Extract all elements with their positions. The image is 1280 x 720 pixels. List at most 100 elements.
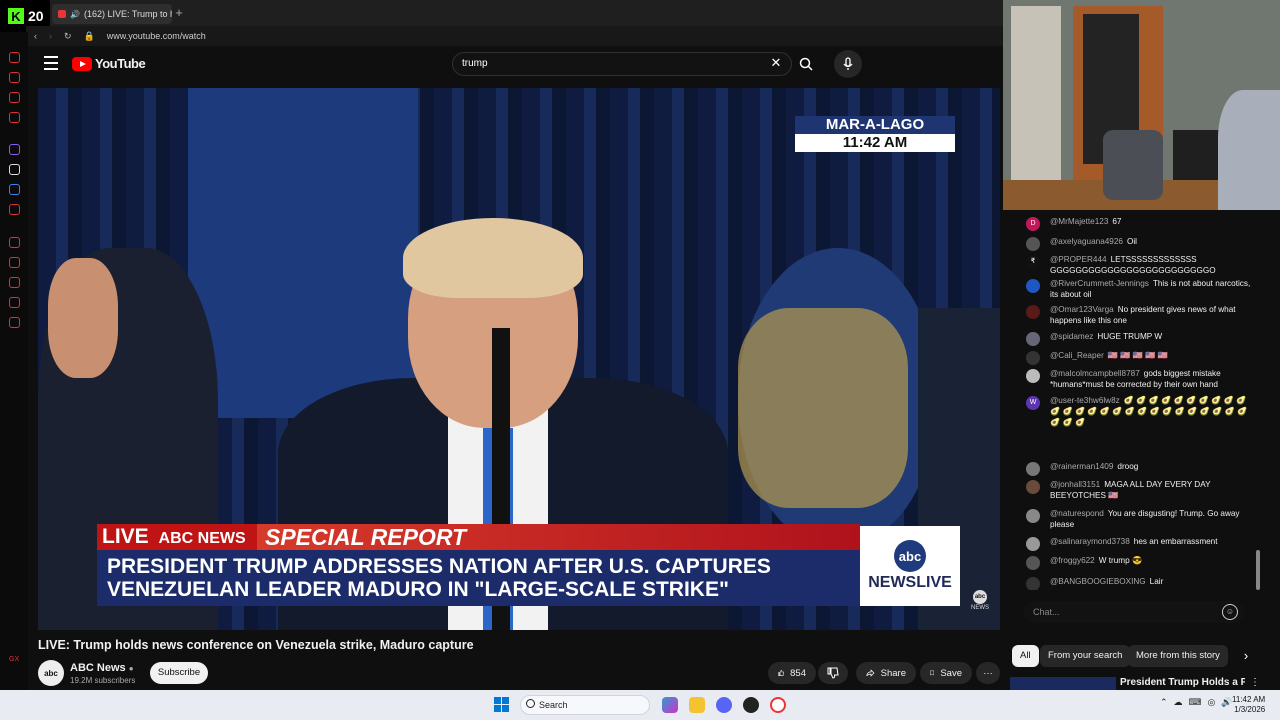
voice-search-button[interactable] — [834, 50, 862, 78]
american-flag — [188, 88, 418, 418]
abc-news-watermark[interactable]: abc NEWS — [968, 590, 992, 616]
chat-message: @rainerman1409 droog — [1024, 461, 1254, 476]
more-vert-icon[interactable]: ⋮ — [1250, 677, 1260, 688]
lower-third-banner: LIVE ABC NEWS SPECIAL REPORT PRESIDENT T… — [97, 522, 860, 606]
copilot-icon[interactable] — [662, 697, 678, 713]
search-icon — [526, 699, 535, 708]
twitch-icon[interactable] — [9, 144, 20, 155]
like-count: 854 — [790, 667, 806, 679]
time-label: 11:42 AM — [842, 134, 908, 151]
share-icon — [866, 669, 875, 677]
chat-message: W @user-te3hw6lw8z 🥑 🥑 🥑 🥑 🥑 🥑 🥑 🥑 🥑 🥑 🥑 🥑… — [1024, 395, 1254, 428]
thumbs-up-icon — [778, 670, 784, 676]
taskbar-search[interactable]: Search — [520, 695, 650, 715]
search-icon — [799, 57, 813, 71]
channel-name[interactable]: ABC News ● — [70, 662, 134, 674]
chat-message: @salinaraymond3738 hes an embarrassment — [1024, 536, 1254, 551]
chat-message: @spidamez HUGE TRUMP W — [1024, 331, 1254, 346]
chip-from-your-search[interactable]: From your search — [1040, 645, 1131, 667]
player-icon[interactable] — [9, 237, 20, 248]
bluesky-icon[interactable] — [9, 184, 20, 195]
chip-all[interactable]: All — [1012, 645, 1039, 667]
opera-gx-icon[interactable] — [770, 697, 786, 713]
dislike-button[interactable] — [818, 662, 848, 684]
chat-message: D @MrMajette123 67 — [1024, 216, 1254, 231]
presidential-seal — [738, 308, 908, 508]
opera-gx-label: GX — [9, 656, 20, 663]
headline-line-1: PRESIDENT TRUMP ADDRESSES NATION AFTER U… — [107, 555, 771, 578]
location-time-bug: MAR-A-LAGO 11:42 AM — [795, 116, 955, 152]
news-icon[interactable] — [9, 277, 20, 288]
chat-message: @froggy622 W trump 😎 — [1024, 555, 1254, 570]
chat-input[interactable]: Chat... — [1024, 601, 1244, 623]
browser-tab[interactable]: 🔊 (162) LIVE: Trump to he — [52, 4, 172, 24]
back-icon[interactable]: ‹ — [34, 31, 37, 41]
forward-icon[interactable]: › — [49, 31, 52, 41]
sidebar-app-icon[interactable] — [9, 92, 20, 103]
kick-logo-icon: K — [8, 8, 24, 24]
sidebar-app-icon[interactable] — [9, 52, 20, 63]
chat-message: @RiverCrummett-Jennings This is not about… — [1024, 278, 1254, 300]
abc-newslive-logo: abc NEWSLIVE — [860, 526, 960, 606]
windows-start-icon[interactable] — [494, 697, 509, 712]
recommended-thumbnail[interactable] — [1010, 677, 1116, 690]
microphone-icon — [843, 57, 853, 70]
save-button[interactable]: Save — [920, 662, 972, 684]
search-button[interactable] — [792, 52, 820, 76]
speaker-hair — [403, 218, 583, 298]
emoji-icon[interactable]: ☺ — [1222, 604, 1238, 620]
bookmark-icon — [930, 670, 935, 676]
hamburger-menu-icon[interactable] — [44, 56, 58, 70]
youtube-icon[interactable] — [9, 204, 20, 215]
live-chat-panel: D @MrMajette123 67 @axelyaguana4926 Oil ₹ @P… — [1010, 210, 1260, 590]
taskbar-clock[interactable]: 11:42 AM 1/3/2026 — [1232, 695, 1265, 715]
video-title: LIVE: Trump holds news conference on Ven… — [38, 638, 474, 652]
reload-icon[interactable]: ↻ — [64, 31, 72, 42]
settings-icon[interactable] — [9, 297, 20, 308]
chat-message: @axelyaguana4926 Oil — [1024, 236, 1254, 251]
file-explorer-icon[interactable] — [689, 697, 705, 713]
like-button[interactable]: 854 — [768, 662, 816, 684]
chat-scrollbar[interactable] — [1256, 210, 1260, 590]
recommended-title[interactable]: President Trump Holds a Press — [1120, 677, 1245, 688]
live-label: LIVE ABC NEWS — [97, 524, 257, 550]
share-button[interactable]: Share — [856, 662, 916, 684]
tab-title: (162) LIVE: Trump to he — [83, 9, 172, 19]
speaker-icon: 🔊 — [70, 9, 80, 19]
extensions-icon[interactable] — [9, 317, 20, 328]
newslive-label: NEWSLIVE — [868, 574, 952, 591]
thumbs-down-icon — [827, 667, 839, 679]
chevron-right-icon[interactable]: › — [1238, 648, 1254, 664]
browser-sidebar: GX — [0, 32, 28, 690]
lock-icon: 🔒 — [83, 30, 95, 41]
x-icon[interactable] — [9, 164, 20, 175]
subscriber-count: 19.2M subscribers — [70, 676, 136, 685]
sidebar-app-icon[interactable] — [9, 112, 20, 123]
more-actions-button[interactable]: ··· — [976, 662, 1000, 684]
chat-message: @Cali_Reaper 🇺🇸 🇺🇸 🇺🇸 🇺🇸 🇺🇸 — [1024, 350, 1254, 365]
search-input[interactable]: trump — [452, 52, 792, 76]
chat-message: @malcolmcampbell8787 gods biggest mistake… — [1024, 368, 1254, 390]
clear-search-icon[interactable]: ✕ — [768, 55, 784, 71]
chip-more-from-this-story[interactable]: More from this story — [1128, 645, 1228, 667]
system-tray-icons[interactable]: ⌃☁⌨◎🔊 — [1160, 697, 1239, 708]
channel-avatar[interactable]: abc — [38, 660, 64, 686]
chat-message: @naturespond You are disgusting! Trump. G… — [1024, 508, 1254, 530]
browser-tab-bar — [50, 0, 1003, 26]
location-label: MAR-A-LAGO — [795, 116, 955, 134]
new-tab-button[interactable]: + — [172, 6, 186, 20]
subscribe-button[interactable]: Subscribe — [150, 662, 208, 684]
chat-message: @jonhall3151 MAGA ALL DAY EVERY DAY BEEYO… — [1024, 479, 1254, 501]
youtube-logo[interactable]: YouTube — [72, 56, 146, 71]
streamer-webcam — [1003, 0, 1280, 210]
send-icon[interactable] — [9, 257, 20, 268]
chat-message: @Omar123Varga No president gives news of … — [1024, 304, 1254, 326]
address-bar: ‹ › ↻ 🔒 www.youtube.com/watch — [26, 26, 1003, 46]
verified-icon: ● — [128, 664, 134, 673]
sidebar-app-icon[interactable] — [9, 72, 20, 83]
discord-icon[interactable] — [716, 697, 732, 713]
abc-network-label: ABC NEWS — [158, 530, 246, 547]
obs-icon[interactable] — [743, 697, 759, 713]
youtube-favicon-icon — [58, 10, 66, 18]
url-field[interactable]: www.youtube.com/watch — [107, 31, 206, 41]
